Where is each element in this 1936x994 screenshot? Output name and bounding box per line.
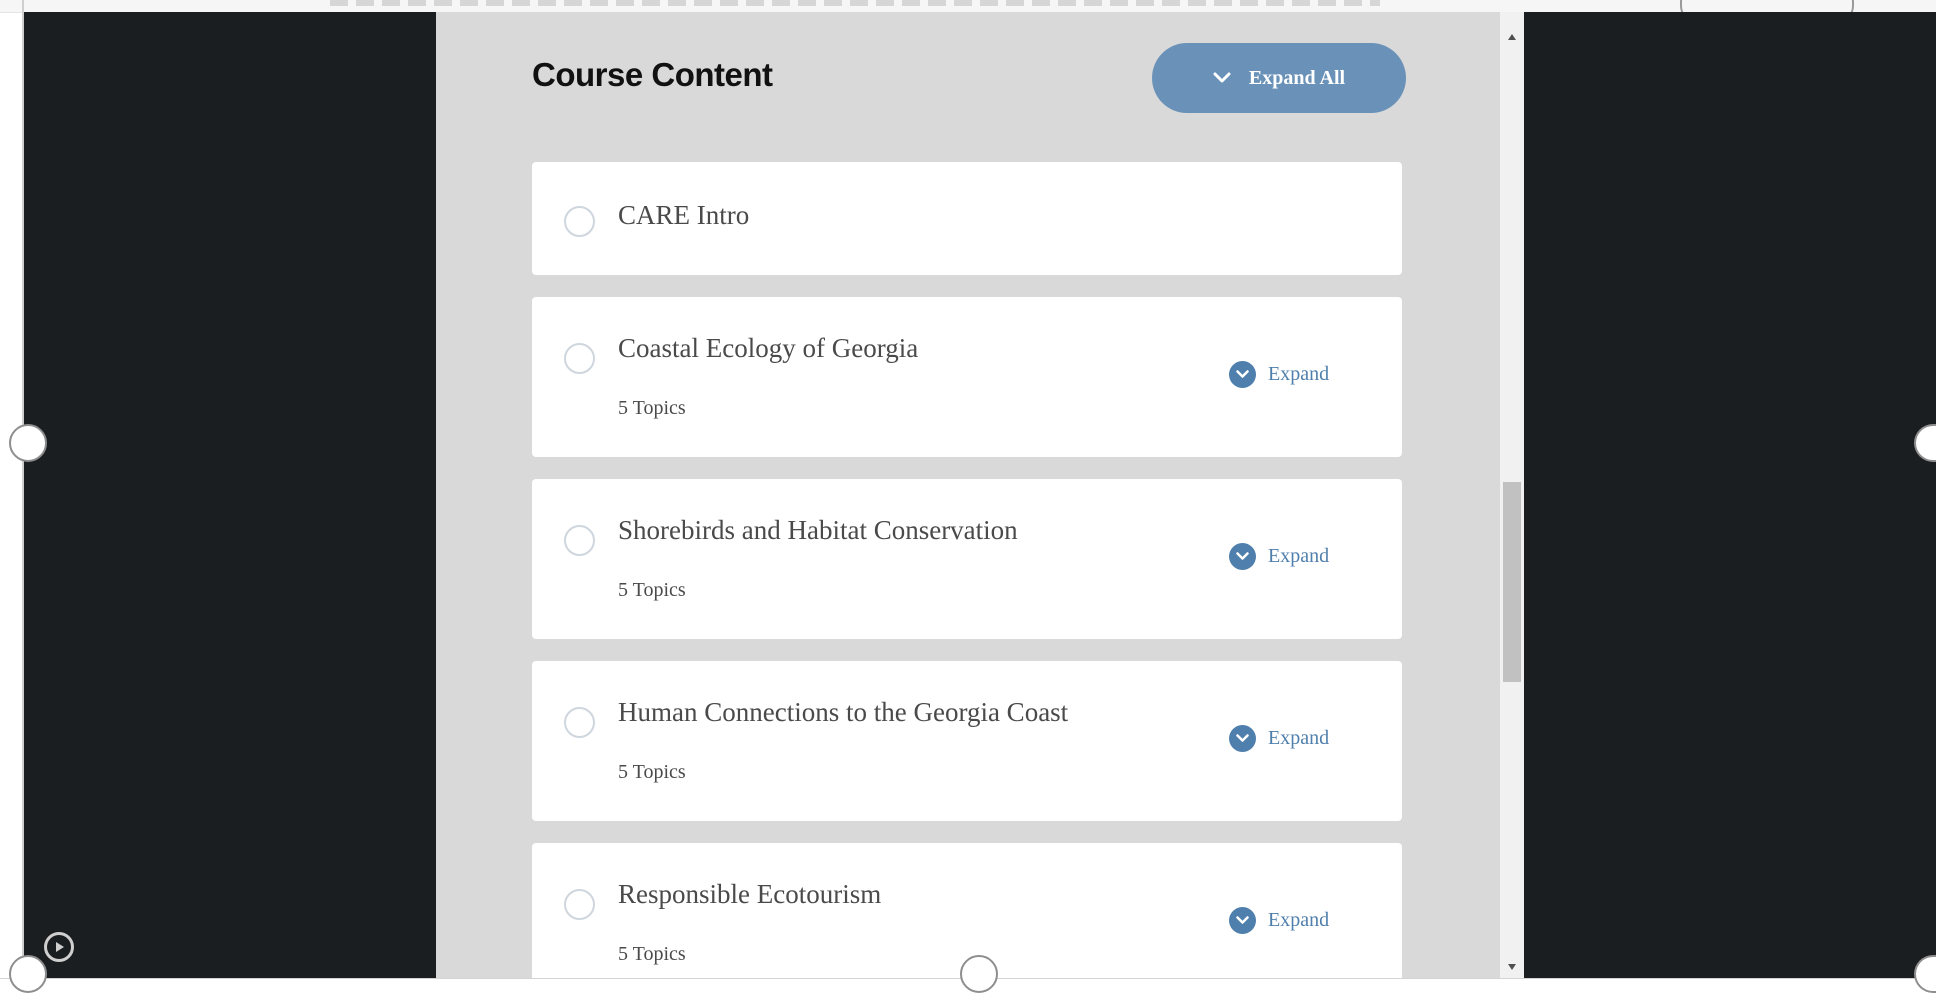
expand-button[interactable]: Expand xyxy=(1229,361,1329,388)
expand-all-label: Expand All xyxy=(1248,66,1346,89)
resize-handle-bottom[interactable] xyxy=(960,955,998,993)
scroll-down-arrow-icon[interactable] xyxy=(1508,964,1516,970)
expand-label: Expand xyxy=(1268,909,1330,931)
lesson-title[interactable]: Human Connections to the Georgia Coast xyxy=(618,697,1068,728)
radio-circle-icon xyxy=(564,343,595,374)
lesson-title[interactable]: Responsible Ecotourism xyxy=(618,879,881,910)
expand-label: Expand xyxy=(1268,363,1330,385)
expand-label: Expand xyxy=(1268,727,1330,749)
chevron-down-circle-icon xyxy=(1229,361,1256,388)
lesson-topic-count: 5 Topics xyxy=(618,943,686,965)
course-content-panel: Course Content Expand All CARE Intro Coa… xyxy=(436,12,1500,978)
chevron-down-icon xyxy=(1213,72,1231,83)
lesson-title[interactable]: CARE Intro xyxy=(618,200,749,231)
lesson-item[interactable]: CARE Intro xyxy=(532,162,1402,275)
play-triangle xyxy=(56,942,64,952)
lesson-topic-count: 5 Topics xyxy=(618,579,686,601)
vertical-scrollbar[interactable] xyxy=(1500,12,1524,978)
chevron-down-circle-icon xyxy=(1229,907,1256,934)
radio-circle-icon xyxy=(564,707,595,738)
expand-button[interactable]: Expand xyxy=(1229,543,1329,570)
resize-handle-bottom-left[interactable] xyxy=(9,955,47,993)
scrollbar-thumb[interactable] xyxy=(1503,482,1521,682)
lesson-item[interactable]: Shorebirds and Habitat Conservation 5 To… xyxy=(532,479,1402,639)
lesson-title[interactable]: Shorebirds and Habitat Conservation xyxy=(618,515,1018,546)
expand-button[interactable]: Expand xyxy=(1229,725,1329,752)
lesson-item[interactable]: Coastal Ecology of Georgia 5 Topics Expa… xyxy=(532,297,1402,457)
radio-circle-icon xyxy=(564,525,595,556)
expand-all-button[interactable]: Expand All xyxy=(1152,43,1406,113)
scroll-up-arrow-icon[interactable] xyxy=(1508,34,1516,40)
resize-handle-left[interactable] xyxy=(9,424,47,462)
address-bar-blur xyxy=(330,0,1380,6)
expand-label: Expand xyxy=(1268,545,1330,567)
chevron-down-circle-icon xyxy=(1229,543,1256,570)
lesson-topic-count: 5 Topics xyxy=(618,397,686,419)
lesson-item[interactable]: Human Connections to the Georgia Coast 5… xyxy=(532,661,1402,821)
lesson-topic-count: 5 Topics xyxy=(618,761,686,783)
lesson-list: CARE Intro Coastal Ecology of Georgia 5 … xyxy=(532,162,1402,978)
play-circle-icon[interactable] xyxy=(44,932,74,962)
radio-circle-icon xyxy=(564,206,595,237)
radio-circle-icon xyxy=(564,889,595,920)
lesson-title[interactable]: Coastal Ecology of Georgia xyxy=(618,333,918,364)
chevron-down-circle-icon xyxy=(1229,725,1256,752)
expand-button[interactable]: Expand xyxy=(1229,907,1329,934)
page-title: Course Content xyxy=(532,56,773,93)
